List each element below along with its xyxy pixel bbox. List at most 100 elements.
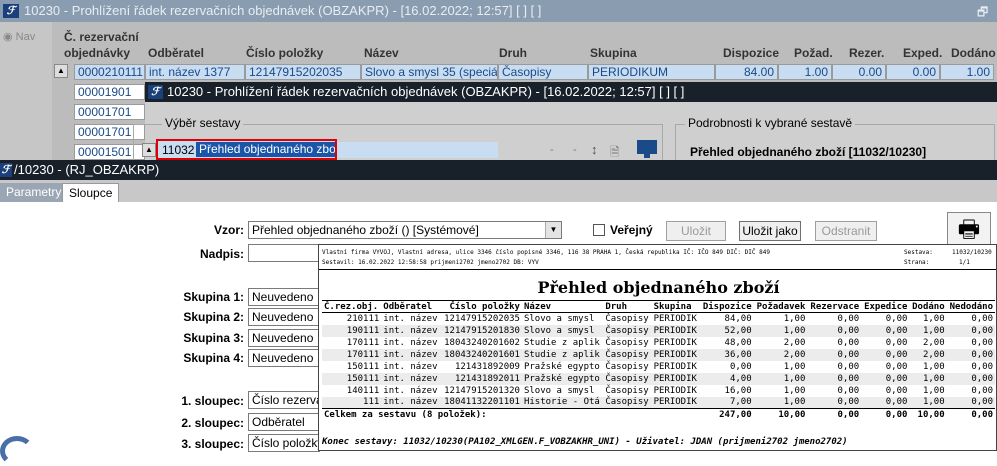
report-cell: Studie z aplik — [523, 349, 600, 360]
verejny-checkbox[interactable] — [593, 224, 605, 236]
app-logo-icon: ℱ — [148, 85, 163, 99]
report-cell: int. název — [383, 349, 438, 360]
report-cell: 111 — [363, 397, 380, 408]
window-title-bar: 10230 - Prohlížení řádek rezervačních ob… — [0, 0, 997, 22]
row-order[interactable]: 00001901 — [74, 84, 145, 100]
report-cell: 0,00 — [885, 325, 908, 336]
row-res[interactable]: 0.00 — [832, 64, 886, 80]
report-cell: 0,00 — [837, 337, 860, 348]
report-col-header: Číslo položky — [440, 300, 522, 313]
report-cell: Časopisy — [605, 349, 649, 360]
vzor-select[interactable]: Přehled objednaného zboží () [Systémové]… — [248, 221, 562, 239]
printer-icon[interactable]: 🖶 — [947, 212, 991, 248]
report-cell: 0,00 — [885, 337, 908, 348]
window-title-bar: 10230 - Prohlížení řádek rezervačních ob… — [145, 82, 997, 102]
report-table: Č.rez.obj. Odběratel Číslo položky Název Dru… — [322, 300, 995, 421]
report-col-header: Název — [521, 300, 604, 313]
row-customer[interactable]: int. název 1377 — [145, 64, 245, 80]
row-group[interactable]: PERIODIKUM — [588, 64, 715, 80]
report-cell: Časopisy — [605, 313, 649, 324]
radio-icon: ◉ — [3, 31, 16, 43]
row-order[interactable]: 00001701 — [74, 104, 145, 120]
report-cell: Časopisy — [605, 337, 649, 348]
report-total-row: Celkem za sestavu (8 položek): 247,00 10,0… — [322, 408, 995, 421]
report-col-header: Nedodáno — [946, 300, 995, 313]
scroll-up-icon[interactable]: ▲ — [142, 143, 156, 157]
group-3-select[interactable]: Neuvedeno — [248, 329, 320, 347]
save-button[interactable]: Uložit — [666, 221, 726, 241]
report-header-row: Č.rez.obj. Odběratel Číslo položky Název Dru… — [322, 300, 995, 313]
report-cell: 1,00 — [783, 373, 806, 384]
report-cell: 52,00 — [724, 325, 752, 336]
row-req[interactable]: 1.00 — [778, 64, 832, 80]
report-cell: 1,00 — [783, 361, 806, 372]
sort-icon[interactable]: - — [573, 144, 577, 156]
app-logo-icon: ℱ — [0, 163, 12, 177]
report-row-extension — [337, 142, 498, 158]
report-col-header: Č.rez.obj. — [322, 300, 382, 313]
vzor-label: Vzor: — [214, 223, 244, 237]
report-cell: 0,00 — [885, 373, 908, 384]
col-header-item: Číslo položky — [246, 46, 324, 60]
col-header-dispo: Dispozice — [723, 46, 780, 60]
chevron-down-icon[interactable]: ▼ — [545, 222, 561, 238]
report-cell: 0,00 — [729, 361, 752, 372]
report-row-selected[interactable]: 11032 Přehled objednaného zboží — [156, 139, 337, 160]
report-row: 210111 int. název 12147915202035 Slovo a sm… — [322, 313, 995, 325]
restore-window-icon[interactable]: 🗗 — [977, 3, 991, 19]
group-2-select[interactable]: Neuvedeno — [248, 308, 320, 326]
tab-parametry[interactable]: Parametry — [0, 183, 68, 202]
report-cell: 0,00 — [837, 385, 860, 396]
report-col-header: Rezervace — [807, 300, 862, 313]
row-item[interactable]: 12147915202035 — [245, 64, 361, 80]
report-cell: 150111 — [346, 361, 380, 372]
report-cell: int. název — [383, 373, 438, 384]
report-col-header: Požadavek — [753, 300, 808, 313]
row-type[interactable]: Časopisy — [498, 64, 588, 80]
report-row: 190111 int. název 12147915201830 Slovo a sm… — [322, 324, 995, 337]
report-total-cell: 0,00 — [861, 408, 910, 421]
report-cell: PERIODIK — [653, 337, 697, 348]
report-cell: 18043240201602 — [444, 337, 520, 348]
group-4-label: Skupina 4: — [183, 351, 244, 365]
report-total-cell: 10,00 — [753, 408, 808, 421]
vzor-value: Přehled objednaného zboží () [Systémové] — [252, 223, 479, 237]
group-1-select[interactable]: Neuvedeno — [248, 288, 320, 306]
row-dispo[interactable]: 84.00 — [715, 64, 778, 80]
nav-toggle[interactable]: ◉ Nav — [3, 30, 35, 43]
monitor-icon[interactable] — [637, 140, 657, 154]
report-cell: 12147915201320 — [444, 385, 520, 396]
report-divider — [319, 269, 996, 270]
scroll-up-icon[interactable]: ▲ — [54, 64, 68, 78]
col-3-select[interactable]: Číslo položky — [248, 434, 320, 452]
report-col-header: Expedice — [861, 300, 910, 313]
col-1-select[interactable]: Číslo rezerva — [248, 391, 320, 409]
delete-button[interactable]: Odstranit — [815, 221, 877, 241]
report-cell: 1,00 — [922, 361, 945, 372]
report-cell: 0,00 — [971, 397, 993, 408]
report-cell: 170111 — [346, 349, 380, 360]
col-header-exp: Exped. — [903, 46, 943, 60]
report-cell: 0,00 — [971, 373, 993, 384]
report-total-cell: 0,00 — [946, 408, 995, 421]
row-name[interactable]: Slovo a smysl 35 (speciáln — [361, 64, 498, 80]
report-cell: 18041132201101 — [444, 397, 520, 408]
group-4-select[interactable]: Neuvedeno — [248, 349, 320, 367]
move-updown-icon[interactable]: ↕ — [591, 142, 598, 157]
col-2-label: 2. sloupec: — [181, 416, 244, 430]
row-deliv[interactable]: 1.00 — [940, 64, 994, 80]
report-cell: PERIODIK — [653, 313, 697, 324]
save-as-button[interactable]: Uložit jako — [739, 221, 801, 241]
report-cell: int. název — [383, 325, 438, 336]
detail-label: Podrobnosti k vybrané sestavě — [685, 116, 856, 130]
report-col-header: Dodáno — [909, 300, 947, 313]
report-col-header: Odběratel — [381, 300, 441, 313]
row-exp[interactable]: 0.00 — [886, 64, 940, 80]
nadpis-input[interactable] — [248, 244, 320, 262]
sort-icon[interactable]: - — [550, 144, 554, 156]
tab-sloupce[interactable]: Sloupce — [62, 183, 120, 202]
nadpis-label: Nadpis: — [199, 247, 244, 261]
col-2-select[interactable]: Odběratel — [248, 413, 320, 431]
report-row: 150111 int. název 121431892011 Pražské egyp… — [322, 372, 995, 385]
row-order[interactable]: 0000210111 — [74, 64, 145, 80]
